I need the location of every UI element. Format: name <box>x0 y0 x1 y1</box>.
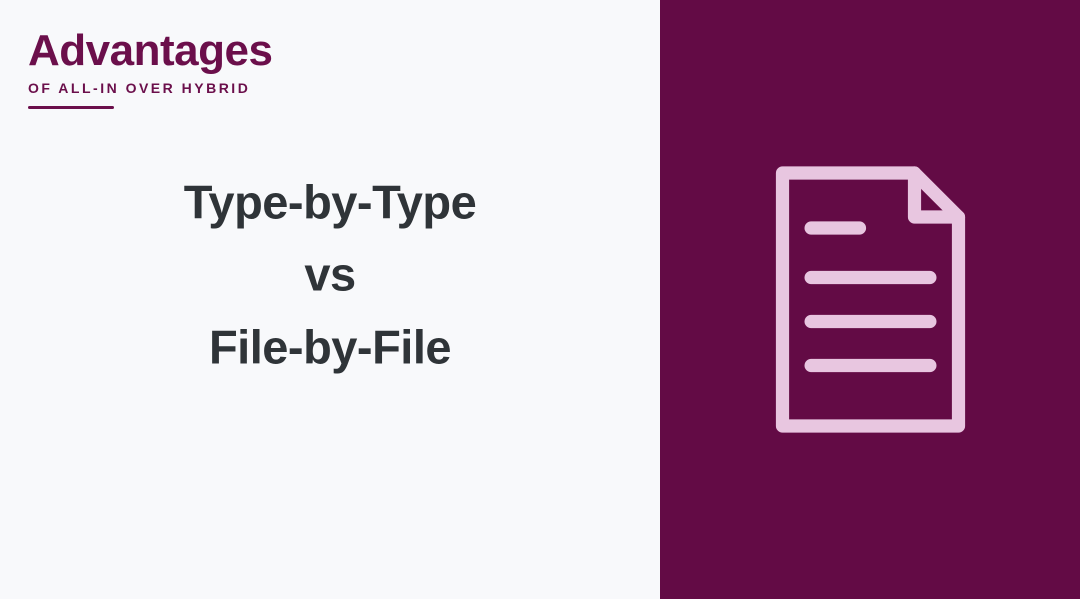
body-line-2: vs <box>0 239 660 312</box>
header-block: Advantages OF ALL-IN OVER HYBRID <box>28 28 272 109</box>
body-line-1: Type-by-Type <box>0 166 660 239</box>
title-underline <box>28 106 114 109</box>
slide-subtitle: OF ALL-IN OVER HYBRID <box>28 80 272 96</box>
slide-body: Type-by-Type vs File-by-File <box>0 166 660 385</box>
left-panel: Advantages OF ALL-IN OVER HYBRID Type-by… <box>0 0 660 599</box>
slide-title: Advantages <box>28 28 272 74</box>
right-panel <box>660 0 1080 599</box>
document-icon <box>758 162 983 437</box>
body-line-3: File-by-File <box>0 312 660 385</box>
